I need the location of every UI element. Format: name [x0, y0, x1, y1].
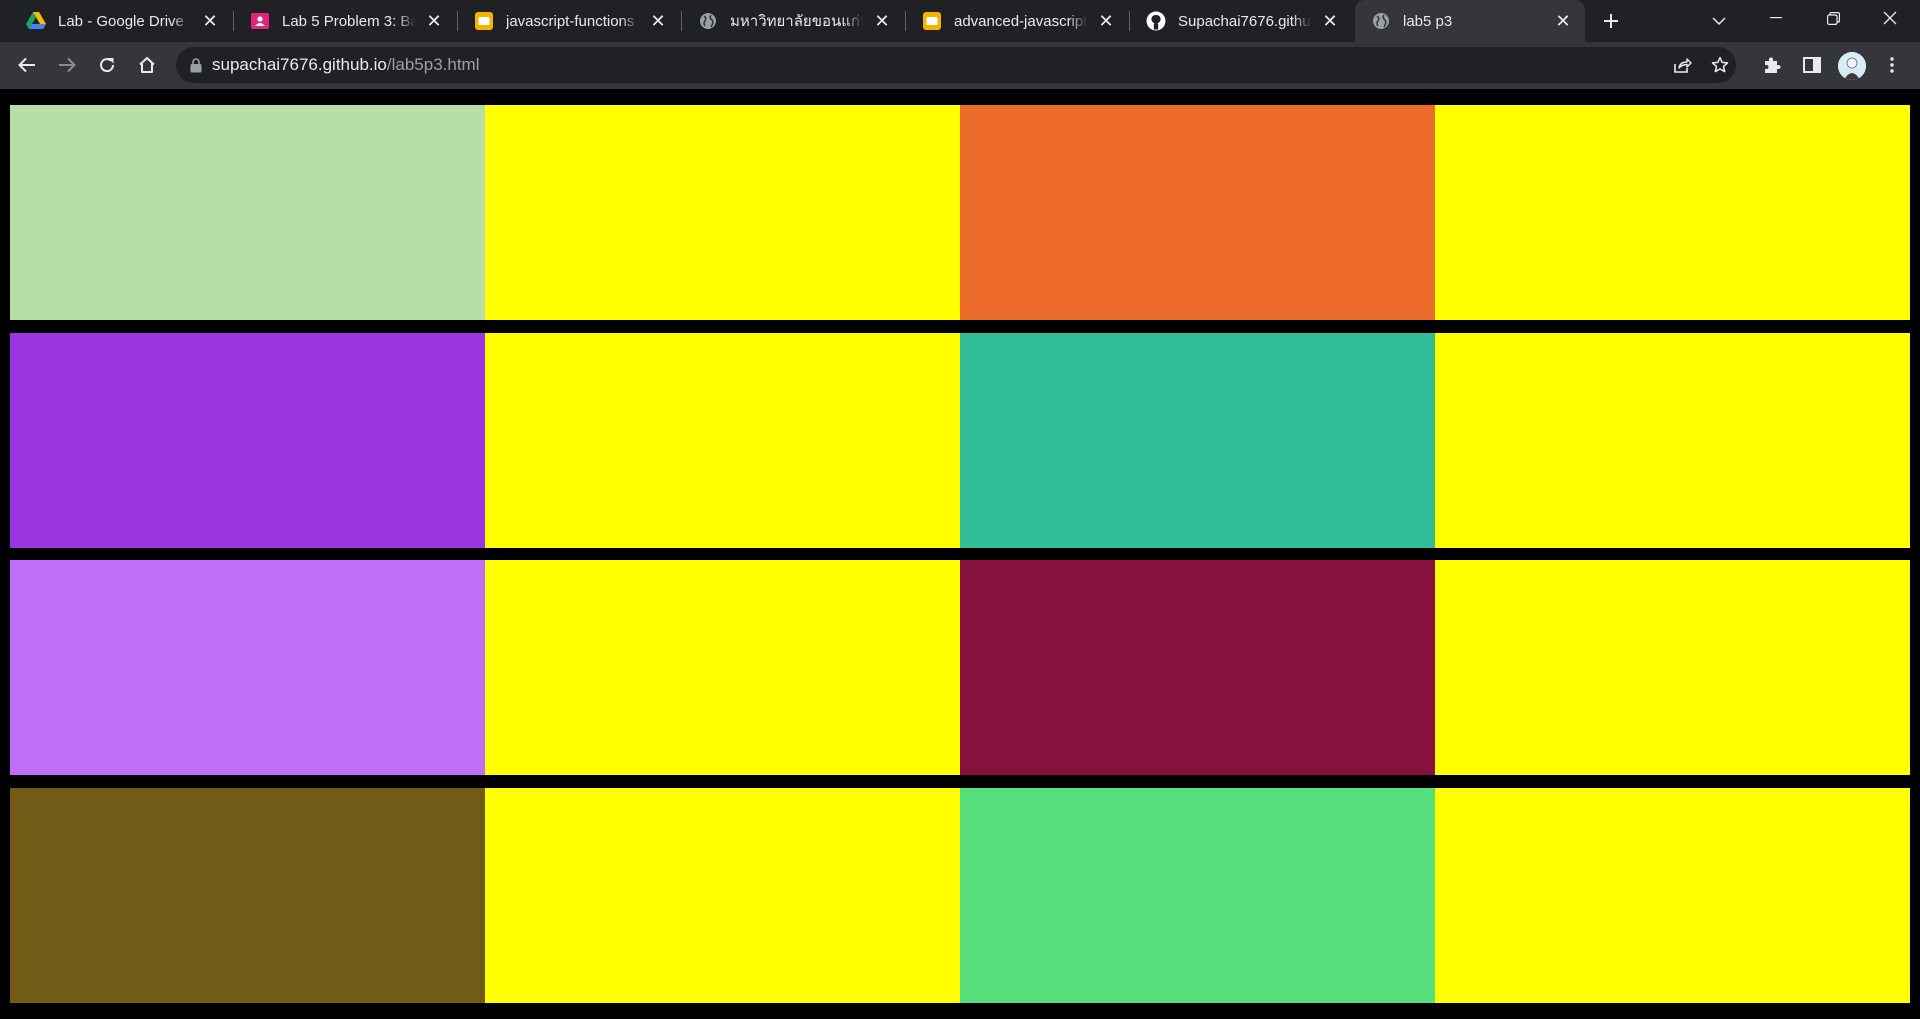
- slides-icon: [474, 11, 494, 31]
- new-tab-button[interactable]: [1591, 0, 1631, 42]
- minimize-icon: [1770, 17, 1782, 19]
- close-tab-icon[interactable]: ✕: [198, 9, 222, 33]
- tab-search-button[interactable]: [1699, 0, 1739, 42]
- tab-title: advanced-javascript - Google Slides: [954, 12, 1088, 30]
- restore-button[interactable]: [1805, 0, 1861, 36]
- tab-advanced-javascript[interactable]: advanced-javascript - Google Slides ✕: [906, 0, 1128, 42]
- close-tab-icon[interactable]: ✕: [1551, 9, 1575, 33]
- tab-kku[interactable]: มหาวิทยาลัยขอนแก่น ✕: [682, 0, 904, 42]
- classroom-icon: [250, 11, 270, 31]
- close-tab-icon[interactable]: ✕: [1318, 9, 1342, 33]
- plus-icon: [1604, 14, 1618, 28]
- color-cell: [960, 788, 1435, 1003]
- color-cell: [10, 105, 485, 320]
- close-window-button[interactable]: [1862, 0, 1918, 36]
- url-text[interactable]: supachai7676.github.io/lab5p3.html: [212, 55, 480, 75]
- home-button[interactable]: [130, 48, 164, 82]
- menu-button[interactable]: [1875, 48, 1909, 82]
- tab-title: Supachai7676.github.io: [1178, 12, 1312, 30]
- color-row: [10, 333, 1910, 548]
- forward-button[interactable]: [50, 48, 84, 82]
- profile-avatar[interactable]: [1838, 52, 1866, 80]
- arrow-left-icon: [18, 57, 35, 73]
- extensions-button[interactable]: [1755, 48, 1789, 82]
- avatar-icon: [1838, 52, 1866, 80]
- color-cell: [10, 333, 485, 548]
- color-cell: [1435, 105, 1910, 320]
- tab-title: Lab - Google Drive: [58, 12, 184, 30]
- puzzle-icon: [1765, 57, 1781, 73]
- globe-icon: [1371, 11, 1391, 31]
- color-cell: [960, 333, 1435, 548]
- url-path: /lab5p3.html: [386, 55, 480, 74]
- color-cell: [960, 105, 1435, 320]
- color-cell: [10, 560, 485, 775]
- share-button[interactable]: [1664, 47, 1700, 83]
- browser-toolbar: supachai7676.github.io/lab5p3.html: [0, 42, 1920, 89]
- browser-chrome: Lab - Google Drive ✕ Lab 5 Problem 3: Ba…: [0, 0, 1920, 89]
- side-panel-button[interactable]: [1795, 48, 1829, 82]
- tab-google-drive[interactable]: Lab - Google Drive ✕: [10, 0, 232, 42]
- arrow-right-icon: [59, 57, 76, 73]
- url-host: supachai7676.github.io: [212, 55, 387, 74]
- close-tab-icon[interactable]: ✕: [1094, 9, 1118, 33]
- share-icon: [1674, 58, 1692, 73]
- color-cell: [485, 105, 960, 320]
- color-cell: [10, 788, 485, 1003]
- tab-javascript-functions[interactable]: javascript-functions - Google Slides ✕: [458, 0, 680, 42]
- minimize-button[interactable]: [1748, 0, 1804, 36]
- kebab-menu-icon: [1890, 57, 1894, 73]
- tab-title: javascript-functions - Google Slides: [506, 12, 640, 30]
- back-button[interactable]: [10, 48, 44, 82]
- home-icon: [139, 57, 155, 73]
- reload-icon: [100, 58, 115, 73]
- color-cell: [1435, 788, 1910, 1003]
- google-drive-icon: [26, 11, 46, 31]
- slides-icon: [922, 11, 942, 31]
- tab-title: มหาวิทยาลัยขอนแก่น: [730, 13, 864, 30]
- address-bar[interactable]: supachai7676.github.io/lab5p3.html: [176, 47, 1736, 83]
- color-cell: [1435, 560, 1910, 775]
- close-icon: [1883, 11, 1897, 25]
- close-tab-icon[interactable]: ✕: [422, 9, 446, 33]
- color-cell: [485, 560, 960, 775]
- close-tab-icon[interactable]: ✕: [646, 9, 670, 33]
- color-cell: [960, 560, 1435, 775]
- bookmark-button[interactable]: [1702, 47, 1738, 83]
- color-row: [10, 788, 1910, 1003]
- reload-button[interactable]: [90, 48, 124, 82]
- tab-title: Lab 5 Problem 3: Background: [282, 12, 416, 30]
- side-panel-icon: [1803, 57, 1821, 73]
- tab-title: lab5 p3: [1403, 12, 1453, 30]
- github-icon: [1146, 11, 1166, 31]
- globe-icon: [698, 11, 718, 31]
- restore-icon: [1826, 11, 1840, 25]
- color-row: [10, 560, 1910, 775]
- lock-icon[interactable]: [190, 57, 202, 73]
- tab-lab5-problem3[interactable]: Lab 5 Problem 3: Background ✕: [234, 0, 456, 42]
- color-cell: [485, 333, 960, 548]
- color-row: [10, 105, 1910, 320]
- close-tab-icon[interactable]: ✕: [870, 9, 894, 33]
- page-content: [0, 89, 1920, 1019]
- color-cell: [485, 788, 960, 1003]
- color-cell: [1435, 333, 1910, 548]
- star-icon: [1711, 56, 1729, 73]
- tab-lab5-p3[interactable]: lab5 p3 ✕: [1355, 0, 1585, 42]
- tab-github[interactable]: Supachai7676.github.io ✕: [1130, 0, 1352, 42]
- chevron-down-icon: [1712, 16, 1726, 25]
- tab-strip: Lab - Google Drive ✕ Lab 5 Problem 3: Ba…: [0, 0, 1920, 42]
